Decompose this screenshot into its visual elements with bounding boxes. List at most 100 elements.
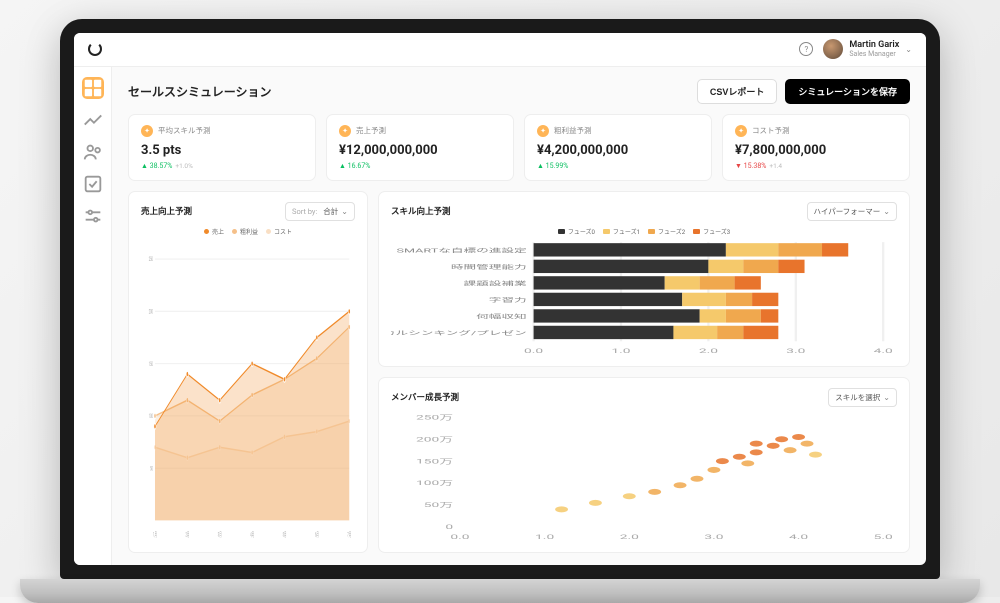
kpi-trend: ▲ 16.67% bbox=[339, 162, 501, 170]
kpi-value: ¥4,200,000,000 bbox=[537, 143, 699, 158]
svg-text:0: 0 bbox=[445, 523, 453, 531]
svg-text:100万: 100万 bbox=[416, 479, 453, 487]
chart-grid: スキル向上予測 ハイパーフォーマー ⌄ フューズ0 フューズ1 フューズ2 フューズ3… bbox=[128, 191, 910, 553]
sidebar-item-analytics[interactable] bbox=[82, 109, 104, 131]
sidebar-item-settings[interactable] bbox=[82, 205, 104, 227]
legend-item: フューズ3 bbox=[693, 227, 730, 236]
svg-text:2月: 2月 bbox=[185, 531, 189, 539]
chevron-down-icon: ⌄ bbox=[905, 45, 912, 54]
sidebar-item-simulation[interactable] bbox=[82, 77, 104, 99]
sidebar-item-users[interactable] bbox=[82, 141, 104, 163]
kpi-label: 売上予測 bbox=[356, 125, 386, 136]
sidebar-item-reports[interactable] bbox=[82, 173, 104, 195]
chevron-down-icon: ⌄ bbox=[883, 207, 890, 216]
user-role: Sales Manager bbox=[849, 50, 899, 58]
dropdown-value: スキルを選択 bbox=[835, 392, 880, 403]
kpi-value: 3.5 pts bbox=[141, 143, 303, 158]
svg-text:150: 150 bbox=[149, 360, 153, 368]
legend-item: フューズ1 bbox=[603, 227, 640, 236]
csv-report-button[interactable]: CSVレポート bbox=[697, 79, 778, 104]
sort-label: Sort by: bbox=[292, 207, 317, 216]
svg-text:6月: 6月 bbox=[315, 531, 319, 539]
skill-select-dropdown[interactable]: スキルを選択 ⌄ bbox=[828, 388, 897, 407]
svg-text:5月: 5月 bbox=[283, 531, 287, 539]
svg-text:3.0: 3.0 bbox=[704, 532, 723, 540]
svg-text:5.0: 5.0 bbox=[874, 532, 893, 540]
member-growth-card: メンバー成長予測 スキルを選択 ⌄ 0 50万 100万 150万 200万 250万 0.… bbox=[378, 377, 910, 553]
svg-text:字習力: 字習力 bbox=[489, 296, 527, 304]
svg-text:7月: 7月 bbox=[347, 531, 351, 539]
chart-body: 0 50万 100万 150万 200万 250万 0.0 1.0 2.0 3.0 4.0 5.0 bbox=[391, 413, 897, 542]
kpi-row: ✦ 平均スキル予測 3.5 pts ▲ 38.57% +1.0% ✦ 売上予測 … bbox=[128, 114, 910, 181]
svg-text:4月: 4月 bbox=[250, 531, 254, 539]
svg-text:200万: 200万 bbox=[416, 435, 453, 443]
user-menu[interactable]: Martin Garix Sales Manager ⌄ bbox=[823, 39, 912, 59]
sidebar bbox=[74, 67, 112, 565]
legend-item: 粗利益 bbox=[232, 227, 258, 236]
svg-text:1.0: 1.0 bbox=[535, 532, 554, 540]
kpi-label: 平均スキル予測 bbox=[158, 125, 211, 136]
kpi-card: ✦ 売上予測 ¥12,000,000,000 ▲ 16.67% bbox=[326, 114, 514, 181]
skill-improvement-card: スキル向上予測 ハイパーフォーマー ⌄ フューズ0 フューズ1 フューズ2 フューズ3… bbox=[378, 191, 910, 367]
user-name: Martin Garix bbox=[849, 40, 899, 50]
chart-legend: フューズ0 フューズ1 フューズ2 フューズ3 bbox=[391, 227, 897, 236]
svg-text:課題設補業: 課題設補業 bbox=[464, 279, 527, 287]
kpi-card: ✦ 平均スキル予測 3.5 pts ▲ 38.57% +1.0% bbox=[128, 114, 316, 181]
skill-filter-dropdown[interactable]: ハイパーフォーマー ⌄ bbox=[807, 202, 897, 221]
svg-text:250: 250 bbox=[149, 255, 153, 263]
help-icon[interactable]: ? bbox=[799, 42, 813, 56]
logo-icon bbox=[88, 42, 102, 56]
kpi-trend: ▼ 15.38% +1.4 bbox=[735, 162, 897, 170]
svg-text:1.0: 1.0 bbox=[611, 346, 630, 354]
chevron-down-icon: ⌄ bbox=[883, 393, 890, 402]
svg-text:0.0: 0.0 bbox=[450, 532, 469, 540]
chart-body: 0.01.02.03.04.0SMARTな自標の進設定時間管理能力課題設補業字習… bbox=[391, 240, 897, 356]
sales-improvement-card: 売上向上予測 Sort by: 合計 ⌄ 売上粗利益コスト 50 100 150 20… bbox=[128, 191, 368, 553]
svg-text:4.0: 4.0 bbox=[789, 532, 808, 540]
main: セールスシミュレーション CSVレポート シミュレーションを保存 ✦ 平均スキル… bbox=[74, 67, 926, 565]
topbar: ? Martin Garix Sales Manager ⌄ bbox=[74, 33, 926, 67]
dropdown-value: ハイパーフォーマー bbox=[814, 206, 881, 217]
legend-item: フューズ0 bbox=[558, 227, 595, 236]
svg-text:3月: 3月 bbox=[218, 531, 222, 539]
legend-item: コスト bbox=[266, 227, 292, 236]
svg-text:100: 100 bbox=[149, 412, 153, 420]
svg-text:4.0: 4.0 bbox=[874, 346, 893, 354]
kpi-icon: ✦ bbox=[339, 125, 351, 137]
svg-text:3.0: 3.0 bbox=[786, 346, 805, 354]
svg-text:200: 200 bbox=[149, 308, 153, 316]
laptop-frame: ? Martin Garix Sales Manager ⌄ bbox=[60, 19, 940, 579]
kpi-trend: ▲ 38.57% +1.0% bbox=[141, 162, 303, 170]
kpi-icon: ✦ bbox=[141, 125, 153, 137]
chevron-down-icon: ⌄ bbox=[341, 207, 348, 216]
kpi-value: ¥12,000,000,000 bbox=[339, 143, 501, 158]
kpi-icon: ✦ bbox=[735, 125, 747, 137]
svg-text:何幅収知: 何幅収知 bbox=[476, 312, 527, 320]
kpi-label: 粗利益予測 bbox=[554, 125, 592, 136]
sort-value: 合計 bbox=[323, 206, 338, 217]
content: セールスシミュレーション CSVレポート シミュレーションを保存 ✦ 平均スキル… bbox=[112, 67, 926, 565]
kpi-label: コスト予測 bbox=[752, 125, 790, 136]
svg-text:150万: 150万 bbox=[416, 457, 453, 465]
page-title: セールスシミュレーション bbox=[128, 83, 272, 100]
save-simulation-button[interactable]: シミュレーションを保存 bbox=[785, 79, 910, 104]
sort-dropdown[interactable]: Sort by: 合計 ⌄ bbox=[285, 202, 355, 221]
avatar bbox=[823, 39, 843, 59]
svg-text:50: 50 bbox=[150, 465, 153, 473]
chart-body: 50 100 150 200 250 1月 2月 3月 4月 5月 6月 7月 bbox=[141, 240, 355, 542]
chart-legend: 売上粗利益コスト bbox=[141, 227, 355, 236]
svg-text:50万: 50万 bbox=[424, 501, 454, 509]
legend-item: フューズ2 bbox=[648, 227, 685, 236]
kpi-icon: ✦ bbox=[537, 125, 549, 137]
kpi-trend: ▲ 15.99% bbox=[537, 162, 699, 170]
page-header: セールスシミュレーション CSVレポート シミュレーションを保存 bbox=[128, 79, 910, 104]
kpi-value: ¥7,800,000,000 bbox=[735, 143, 897, 158]
svg-text:2.0: 2.0 bbox=[620, 532, 639, 540]
svg-text:ロジカルシンキング/プレゼン: ロジカルシンキング/プレゼン bbox=[391, 329, 527, 337]
svg-text:1月: 1月 bbox=[153, 531, 157, 539]
card-title: スキル向上予測 bbox=[391, 205, 451, 217]
svg-text:250万: 250万 bbox=[416, 413, 453, 421]
card-title: メンバー成長予測 bbox=[391, 391, 459, 403]
app-screen: ? Martin Garix Sales Manager ⌄ bbox=[74, 33, 926, 565]
card-title: 売上向上予測 bbox=[141, 205, 192, 217]
